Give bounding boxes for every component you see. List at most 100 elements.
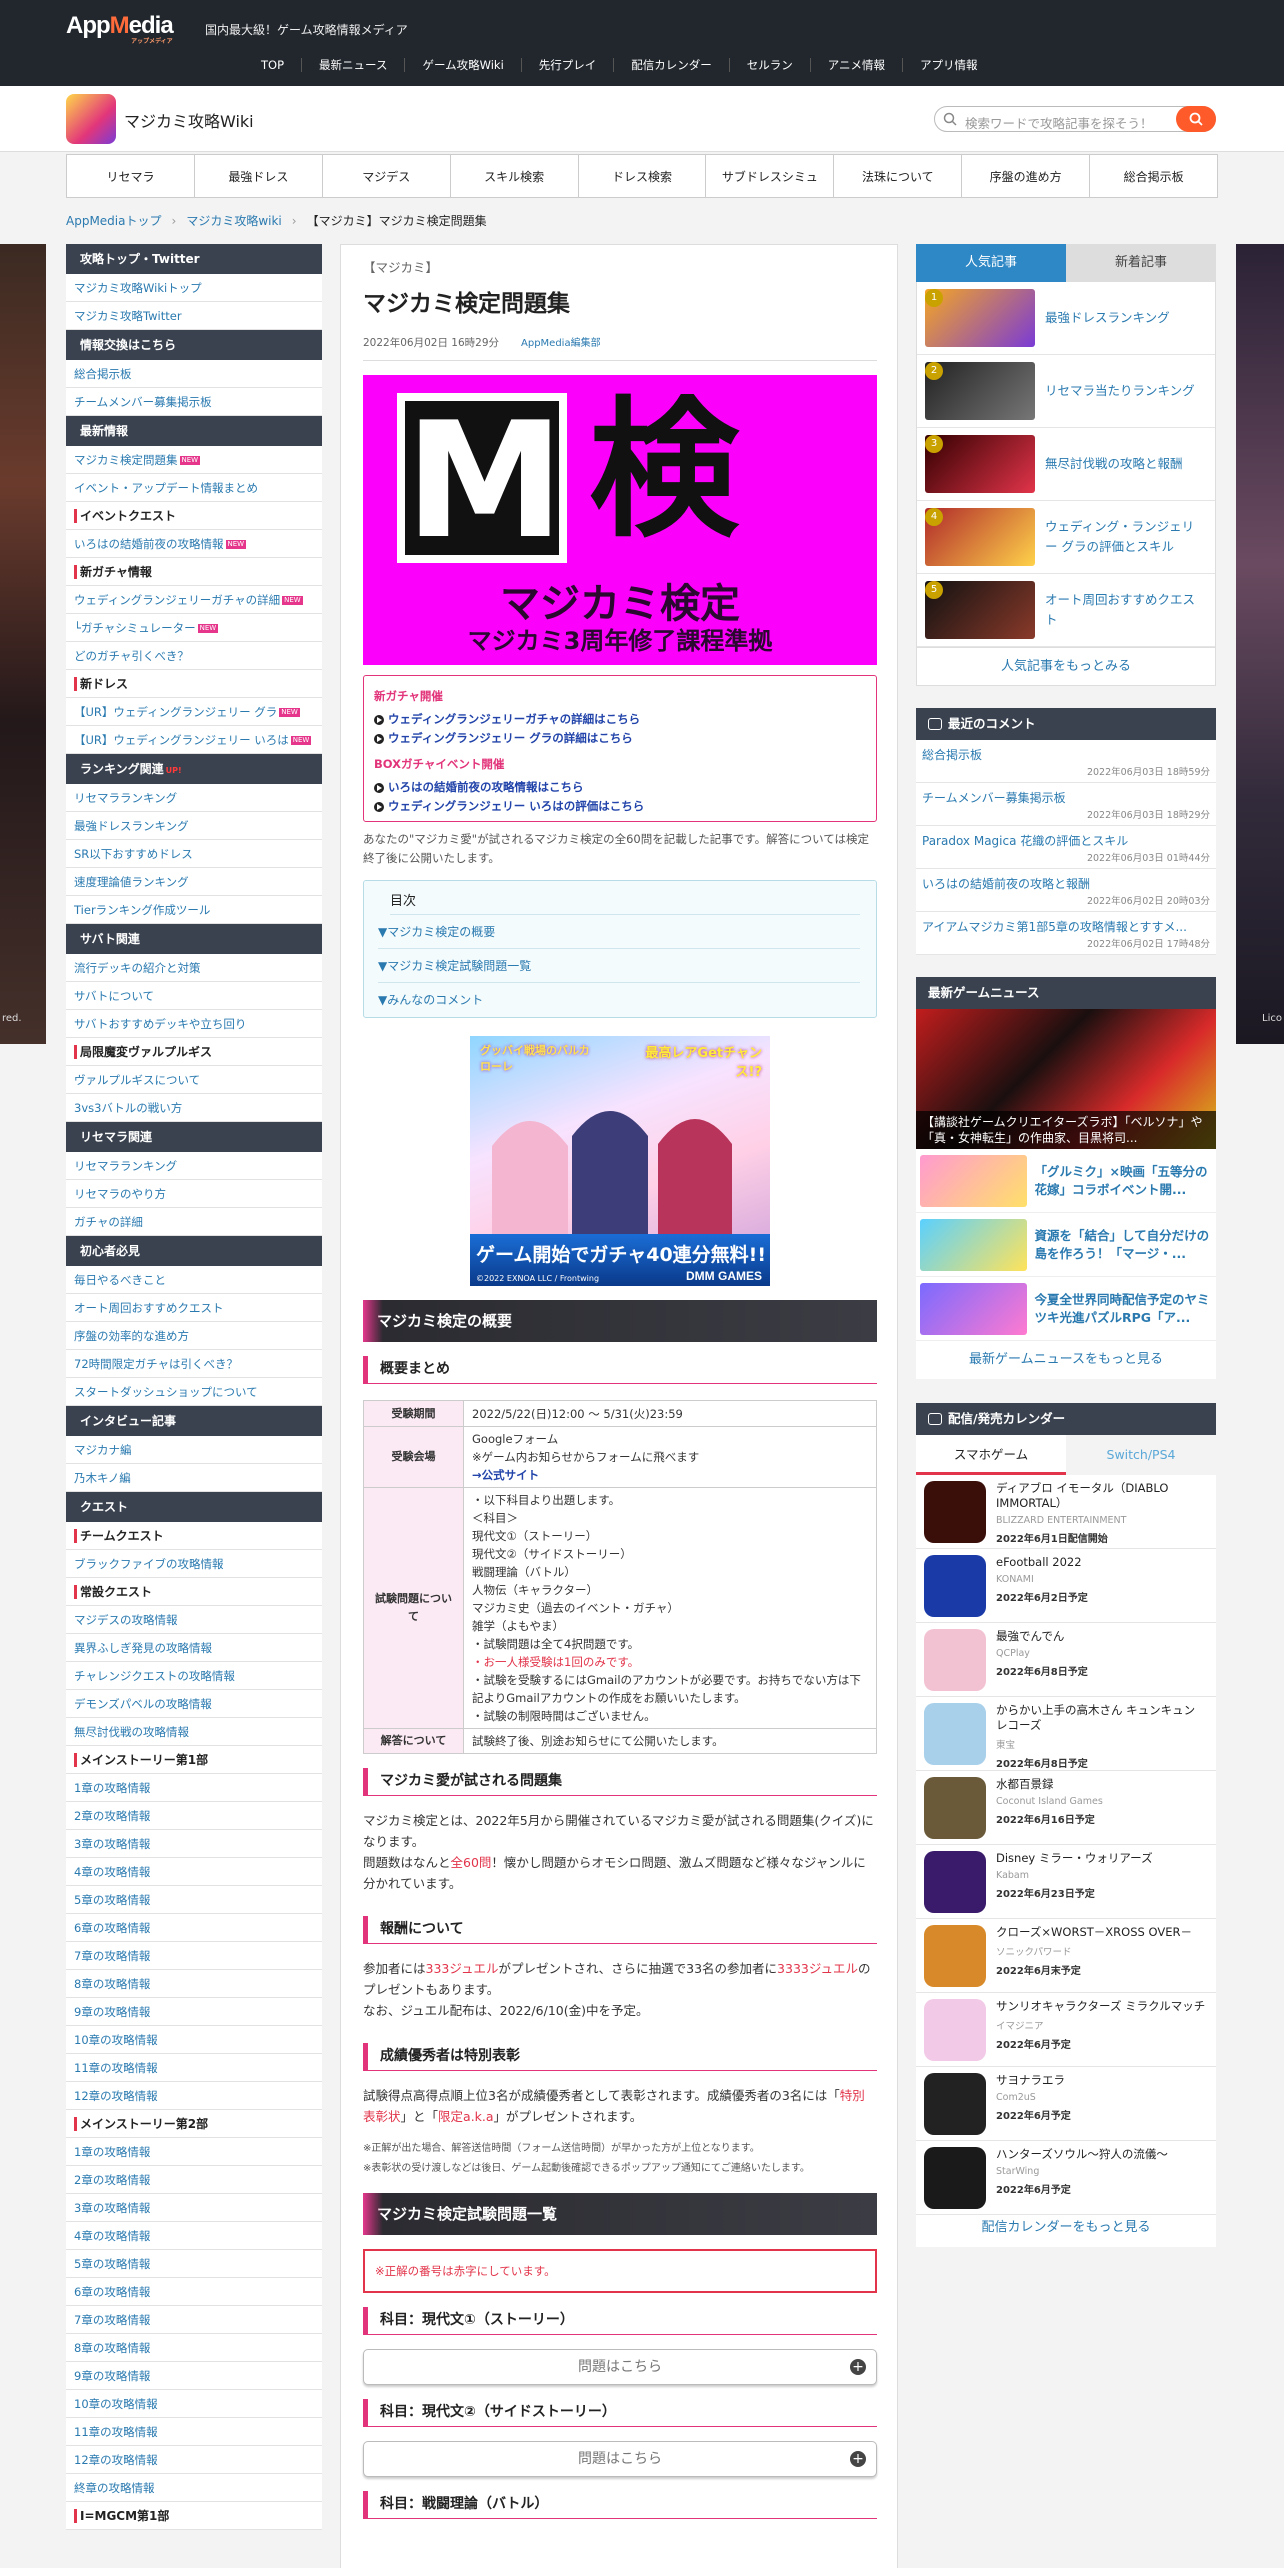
ranking-more-link[interactable]: 人気記事をもっとみる (916, 648, 1216, 686)
gnav-calendar[interactable]: 配信カレンダー (613, 58, 729, 72)
sidebar-link[interactable]: 2章の攻略情報 (66, 1802, 322, 1830)
news-link[interactable]: いろはの結婚前夜の攻略情報はこちら (374, 778, 868, 797)
gamenews-more-link[interactable]: 最新ゲームニュースをもっと見る (916, 1341, 1216, 1379)
sidebar-link[interactable]: 3章の攻略情報 (66, 2194, 322, 2222)
sidebar-link[interactable]: 4章の攻略情報 (66, 1858, 322, 1886)
sidebar-link[interactable]: 最強ドレスランキング (66, 812, 322, 840)
news-link[interactable]: ウェディングランジェリー いろはの評価はこちら (374, 797, 868, 816)
ranking-item[interactable]: 5 オート周回おすすめクエスト (917, 574, 1215, 647)
ranking-item[interactable]: 4 ウェディング・ランジェリー グラの評価とスキル (917, 501, 1215, 574)
gnav-wiki[interactable]: ゲーム攻略Wiki (404, 58, 520, 72)
sidebar-link[interactable]: 7章の攻略情報 (66, 1942, 322, 1970)
sidebar-link[interactable]: ウェディングランジェリーガチャの詳細 NEW (66, 586, 322, 614)
sidebar-link[interactable]: 4章の攻略情報 (66, 2222, 322, 2250)
sidebar-link[interactable]: マジカミ攻略Twitter (66, 302, 322, 330)
sidebar-link[interactable]: 終章の攻略情報 (66, 2474, 322, 2502)
sidebar-link[interactable]: 無尽討伐戦の攻略情報 (66, 1718, 322, 1746)
appmedia-logo[interactable]: AppMedia アップメディア (66, 12, 174, 45)
calendar-item[interactable]: ハンターズソウル～狩人の流儀～ StarWing 2022年6月予定 (916, 2141, 1216, 2215)
calendar-item[interactable]: Disney ミラー・ウォリアーズ Kabam 2022年6月23日予定 (916, 1845, 1216, 1919)
sidebar-link[interactable]: 10章の攻略情報 (66, 2390, 322, 2418)
questions-accordion[interactable]: 問題はこちら + (363, 2349, 877, 2385)
sidebar-link[interactable]: 速度理論値ランキング (66, 868, 322, 896)
sidebar-link[interactable]: イベント・アップデート情報まとめ (66, 474, 322, 502)
gnav-anime[interactable]: アニメ情報 (809, 58, 902, 72)
sidebar-link[interactable]: 【UR】ウェディングランジェリー いろは NEW (66, 726, 322, 754)
sidebar-link[interactable]: 3vs3バトルの戦い方 (66, 1094, 322, 1122)
gamenews-featured[interactable]: 【講談社ゲームクリエイターズラボ】「ベルソナ」や「真・女神転生」の作曲家、目黒将… (916, 1009, 1216, 1149)
sidebar-link[interactable]: 72時間限定ガチャは引くべき？ (66, 1350, 322, 1378)
gamenews-item[interactable]: 資源を「結合」して自分だけの島を作ろう！「マージ・... (916, 1213, 1216, 1277)
wiki-title[interactable]: マジカミ攻略Wiki (124, 108, 254, 132)
questions-accordion[interactable]: 問題はこちら + (363, 2441, 877, 2477)
calendar-item[interactable]: サヨナラエラ Com2uS 2022年6月予定 (916, 2067, 1216, 2141)
sidebar-link[interactable]: 12章の攻略情報 (66, 2082, 322, 2110)
sidebar-link[interactable]: 2章の攻略情報 (66, 2166, 322, 2194)
sidebar-link[interactable]: 7章の攻略情報 (66, 2306, 322, 2334)
wikinav-early-game[interactable]: 序盤の進め方 (961, 155, 1089, 197)
ranking-item[interactable]: 3 無尽討伐戦の攻略と報酬 (917, 428, 1215, 501)
comment-item[interactable]: 総合掲示板 2022年06月03日 18時59分 (916, 740, 1216, 783)
sidebar-link[interactable]: 序盤の効率的な進め方 (66, 1322, 322, 1350)
wikinav-skill-search[interactable]: スキル検索 (449, 155, 578, 197)
sidebar-link[interactable]: 5章の攻略情報 (66, 2250, 322, 2278)
sidebar-link[interactable]: スタートダッシュショップについて (66, 1378, 322, 1406)
ad-banner[interactable]: グッバイ戦場のバルカローレ 最高レアGetチャンス!? ゲーム開始でガチャ40連… (470, 1036, 770, 1286)
toc-item[interactable]: ▼マジカミ検定の概要 (378, 915, 860, 949)
sidebar-link[interactable]: チャレンジクエストの攻略情報 (66, 1662, 322, 1690)
sidebar-link[interactable]: リセマラランキング (66, 1152, 322, 1180)
wikinav-reroll[interactable]: リセマラ (67, 155, 194, 197)
sidebar-link[interactable]: リセマラのやり方 (66, 1180, 322, 1208)
sidebar-link[interactable]: マジカミ検定問題集 NEW (66, 446, 322, 474)
tab-new[interactable]: 新着記事 (1066, 244, 1216, 282)
gamenews-item[interactable]: 今夏全世界同時配信予定のヤミツキ光進パズルRPG「ア... (916, 1277, 1216, 1341)
tab-smartphone[interactable]: スマホゲーム (916, 1435, 1066, 1475)
wikinav-best-dress[interactable]: 最強ドレス (193, 155, 322, 197)
tab-switch-ps4[interactable]: Switch/PS4 (1066, 1435, 1216, 1475)
sidebar-link[interactable]: 毎日やるべきこと (66, 1266, 322, 1294)
sidebar-link[interactable]: 8章の攻略情報 (66, 2334, 322, 2362)
sidebar-link[interactable]: 5章の攻略情報 (66, 1886, 322, 1914)
sidebar-link[interactable]: チームメンバー募集掲示板 (66, 388, 322, 416)
sidebar-link[interactable]: 乃木キノ編 (66, 1464, 322, 1492)
gnav-preplay[interactable]: 先行プレイ (520, 58, 614, 72)
comment-item[interactable]: いろはの結婚前夜の攻略と報酬 2022年06月02日 20時03分 (916, 869, 1216, 912)
sidebar-link[interactable]: 流行デッキの紹介と対策 (66, 954, 322, 982)
left-side-art[interactable]: red. (0, 244, 46, 1044)
sidebar-link[interactable]: 11章の攻略情報 (66, 2418, 322, 2446)
news-link[interactable]: ウェディングランジェリー グラの詳細はこちら (374, 729, 868, 748)
calendar-more-link[interactable]: 配信カレンダーをもっと見る (916, 2215, 1216, 2247)
sidebar-link[interactable]: 10章の攻略情報 (66, 2026, 322, 2054)
breadcrumb-wiki[interactable]: マジカミ攻略wiki (186, 214, 281, 228)
calendar-item[interactable]: eFootball 2022 KONAMI 2022年6月2日予定 (916, 1549, 1216, 1623)
sidebar-link[interactable]: マジデスの攻略情報 (66, 1606, 322, 1634)
sidebar-link[interactable]: マジカミ攻略Wikiトップ (66, 274, 322, 302)
wiki-icon[interactable] (66, 94, 116, 144)
news-link[interactable]: ウェディングランジェリーガチャの詳細はこちら (374, 710, 868, 729)
sidebar-link[interactable]: サバトについて (66, 982, 322, 1010)
sidebar-link[interactable]: 1章の攻略情報 (66, 1774, 322, 1802)
calendar-item[interactable]: クローズ×WORST－XROSS OVER－ ソニックパワード 2022年6月末予定 (916, 1919, 1216, 1993)
sidebar-link[interactable]: 異界ふしぎ発見の攻略情報 (66, 1634, 322, 1662)
author-link[interactable]: AppMedia編集部 (521, 338, 601, 349)
sidebar-link[interactable]: どのガチャ引くべき？ (66, 642, 322, 670)
sidebar-link[interactable]: 【UR】ウェディングランジェリー グラ NEW (66, 698, 322, 726)
tab-popular[interactable]: 人気記事 (916, 244, 1066, 282)
breadcrumb-home[interactable]: AppMediaトップ (66, 214, 162, 228)
search-input[interactable]: 検索ワードで攻略記事を探そう！ (934, 106, 1216, 132)
sidebar-link[interactable]: リセマラランキング (66, 784, 322, 812)
toc-item[interactable]: ▼みんなのコメント (378, 983, 860, 1017)
sidebar-link[interactable]: デモンズパベルの攻略情報 (66, 1690, 322, 1718)
gnav-top[interactable]: TOP (244, 58, 301, 72)
sidebar-link[interactable]: ブラックファイブの攻略情報 (66, 1550, 322, 1578)
sidebar-link[interactable]: 9章の攻略情報 (66, 1998, 322, 2026)
wikinav-dress-search[interactable]: ドレス検索 (577, 155, 706, 197)
calendar-item[interactable]: サンリオキャラクターズ ミラクルマッチ イマジニア 2022年6月予定 (916, 1993, 1216, 2067)
sidebar-link[interactable]: オート周回おすすめクエスト (66, 1294, 322, 1322)
comment-item[interactable]: アイアムマジカミ第1部5章の攻略情報とすすメ... 2022年06月02日 17時… (916, 912, 1216, 955)
sidebar-link[interactable]: └ガチャシミュレーター NEW (66, 614, 322, 642)
gnav-apps[interactable]: アプリ情報 (902, 58, 995, 72)
calendar-item[interactable]: ディアブロ イモータル（DIABLO IMMORTAL） BLIZZARD ENT… (916, 1475, 1216, 1549)
wikinav-magideath[interactable]: マジデス (321, 155, 450, 197)
ranking-item[interactable]: 2 リセマラ当たりランキング (917, 355, 1215, 428)
